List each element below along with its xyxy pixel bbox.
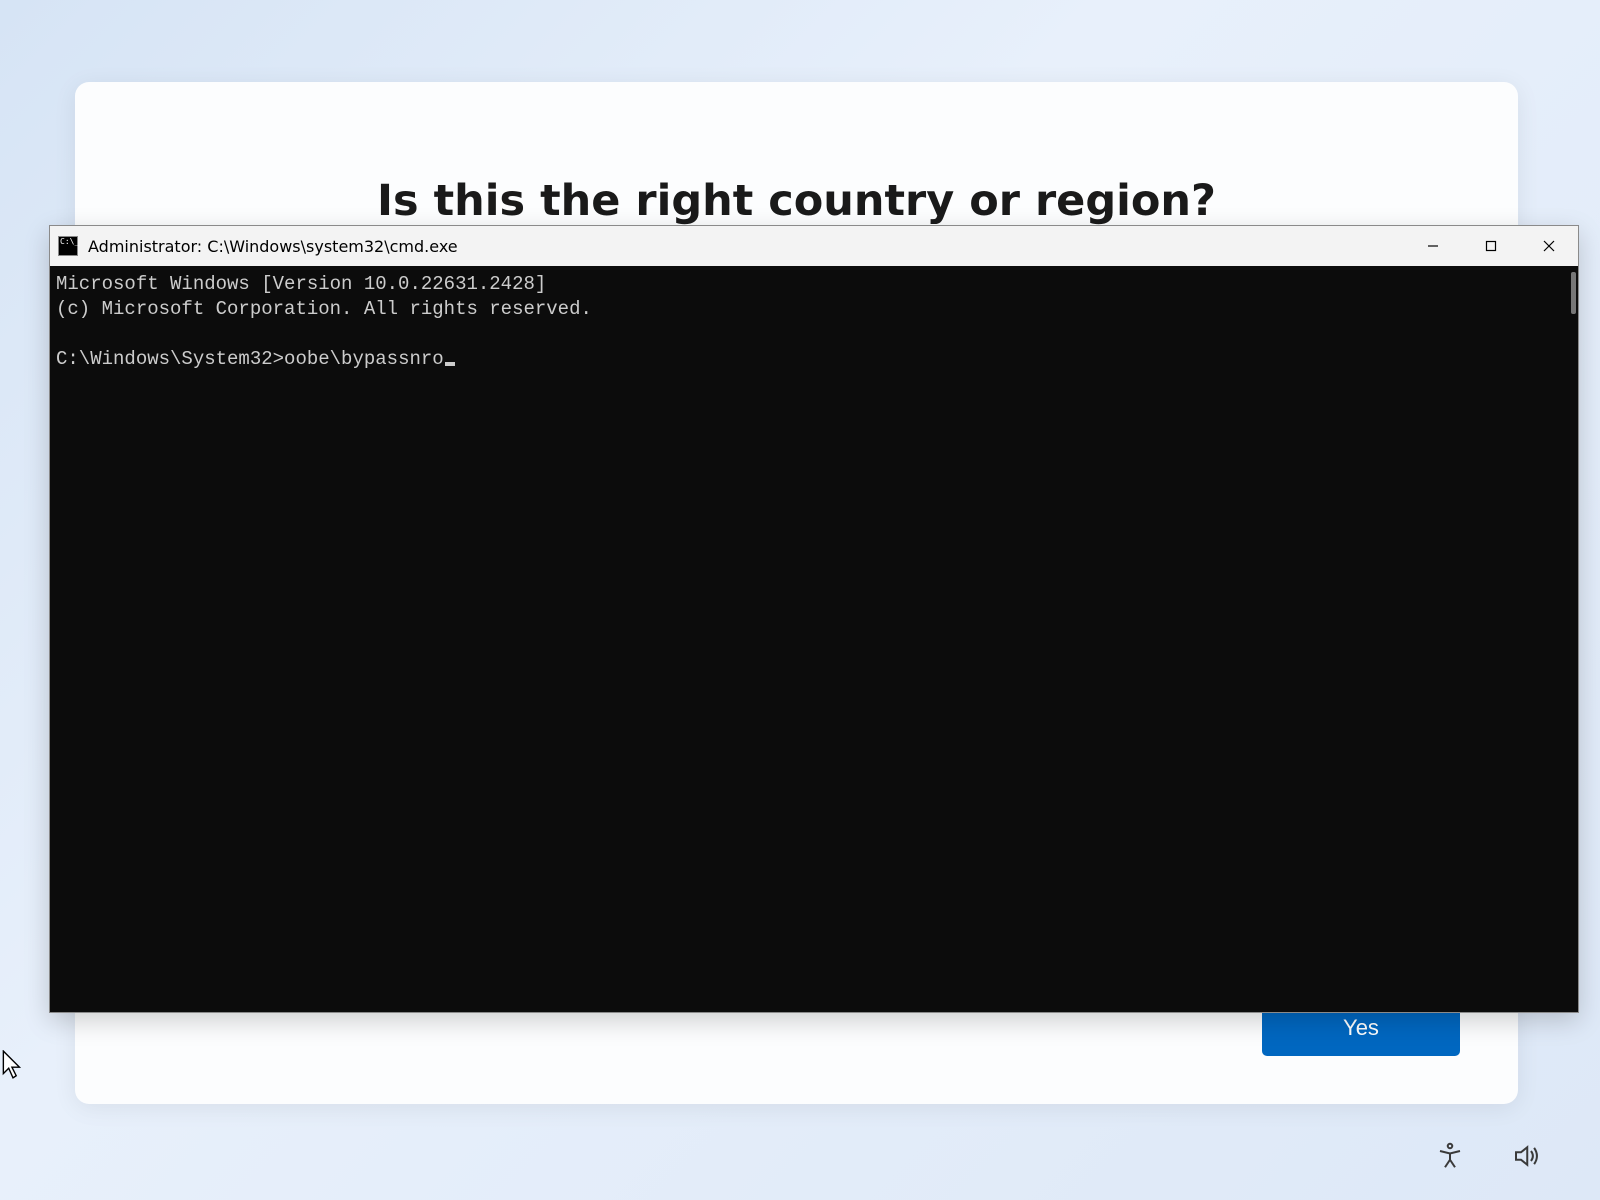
cmd-prompt: C:\Windows\System32> (56, 348, 284, 370)
close-button[interactable] (1520, 226, 1578, 266)
cmd-output-line: (c) Microsoft Corporation. All rights re… (56, 298, 592, 320)
cmd-output-line: Microsoft Windows [Version 10.0.22631.24… (56, 273, 546, 295)
cmd-window-title: Administrator: C:\Windows\system32\cmd.e… (88, 237, 458, 256)
cmd-input-text: oobe\bypassnro (284, 348, 444, 370)
mouse-cursor-icon (2, 1050, 24, 1084)
volume-icon[interactable] (1507, 1137, 1545, 1178)
minimize-button[interactable] (1404, 226, 1462, 266)
cmd-icon (58, 236, 78, 256)
cmd-titlebar[interactable]: Administrator: C:\Windows\system32\cmd.e… (50, 226, 1578, 266)
maximize-button[interactable] (1462, 226, 1520, 266)
terminal-scrollbar[interactable] (1571, 272, 1576, 314)
cmd-terminal[interactable]: Microsoft Windows [Version 10.0.22631.24… (50, 266, 1578, 1012)
text-cursor (445, 362, 455, 366)
oobe-title: Is this the right country or region? (75, 176, 1518, 226)
cmd-window: Administrator: C:\Windows\system32\cmd.e… (49, 225, 1579, 1013)
system-tray (1431, 1137, 1545, 1178)
accessibility-icon[interactable] (1431, 1137, 1469, 1178)
